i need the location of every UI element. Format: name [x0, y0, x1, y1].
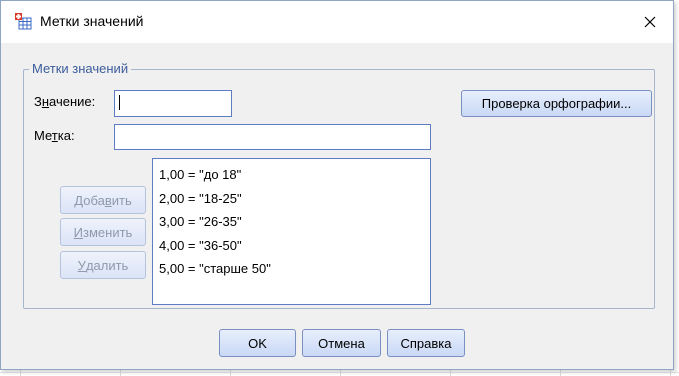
list-item[interactable]: 4,00 = "36-50" [159, 234, 430, 258]
value-labels-list[interactable]: 1,00 = "до 18" 2,00 = "18-25" 3,00 = "26… [152, 158, 431, 305]
list-item[interactable]: 1,00 = "до 18" [159, 163, 430, 187]
value-label: Значение: [34, 94, 96, 109]
value-labels-dialog: Метки значений Метки значений Значение: … [0, 0, 674, 370]
window-title: Метки значений [40, 13, 144, 29]
change-button[interactable]: Изменить [60, 218, 146, 246]
list-item[interactable]: 3,00 = "26-35" [159, 210, 430, 234]
text-caret [119, 95, 120, 110]
spss-app-icon [15, 13, 32, 30]
add-button[interactable]: Доба в ить [60, 186, 146, 214]
close-icon [644, 16, 656, 28]
close-button[interactable] [627, 1, 673, 43]
label-input[interactable] [114, 124, 431, 150]
group-legend: Метки значений [29, 61, 132, 76]
ok-button[interactable]: OK [219, 329, 296, 357]
cancel-button[interactable]: Отмена [302, 329, 381, 357]
spellcheck-button[interactable]: Проверка орфографии... [461, 90, 652, 117]
title-bar: Метки значений [1, 1, 673, 43]
remove-button[interactable]: Удалить [60, 251, 146, 279]
list-item[interactable]: 2,00 = "18-25" [159, 187, 430, 211]
help-button[interactable]: Справка [387, 329, 465, 357]
label-label: Метка: [34, 128, 75, 143]
value-input[interactable] [114, 90, 232, 117]
list-item[interactable]: 5,00 = "старше 50" [159, 257, 430, 281]
